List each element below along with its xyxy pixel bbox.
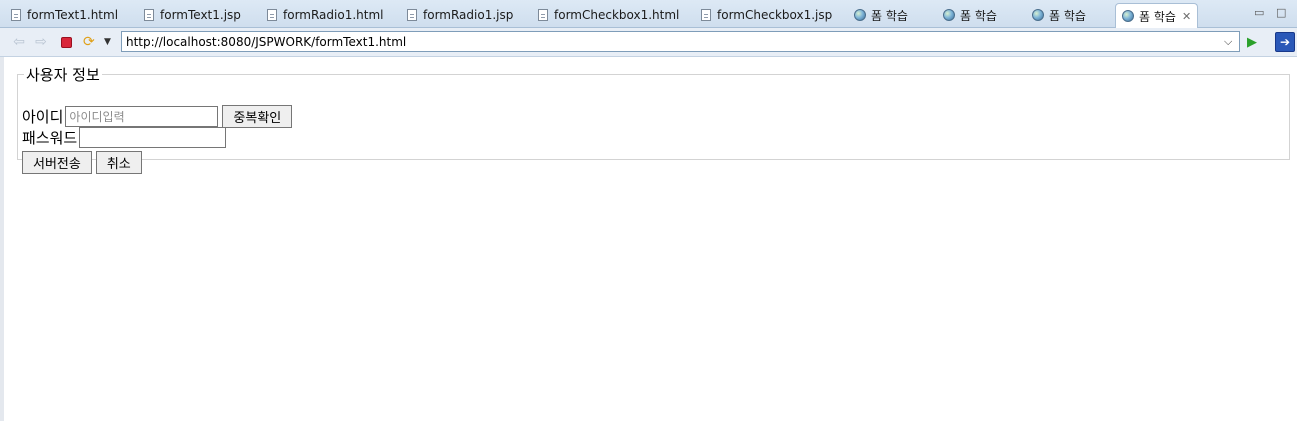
id-row: 아이디 중복확인 — [22, 105, 293, 128]
tab-formtext1-jsp[interactable]: formText1.jsp — [144, 3, 241, 27]
cancel-button[interactable]: 취소 — [95, 151, 142, 174]
file-icon — [11, 9, 21, 21]
tab-label: formRadio1.jsp — [423, 8, 514, 22]
tab-label: formText1.jsp — [160, 8, 241, 22]
forward-arrow-icon[interactable]: ⇨ — [33, 34, 49, 50]
minimize-icon[interactable]: ▭ — [1254, 6, 1264, 19]
back-arrow-icon[interactable]: ⇦ — [11, 34, 27, 50]
maximize-icon[interactable]: □ — [1276, 6, 1286, 19]
tab-label: formCheckbox1.jsp — [717, 8, 833, 22]
globe-icon — [1122, 10, 1134, 22]
tab-label: 폼 학습 — [1139, 9, 1176, 24]
id-label: 아이디 — [22, 108, 64, 126]
password-input[interactable] — [79, 127, 227, 148]
tab-form-study-3[interactable]: 폼 학습 — [1032, 3, 1086, 27]
address-dropdown-icon[interactable]: ⌵ — [1224, 35, 1232, 49]
tab-label: formRadio1.html — [283, 8, 384, 22]
file-icon — [407, 9, 417, 21]
tab-label: 폼 학습 — [871, 8, 908, 23]
tab-form-study-active[interactable]: 폼 학습 ✕ — [1115, 3, 1199, 28]
check-duplicate-button[interactable]: 중복확인 — [222, 105, 293, 128]
password-label: 패스워드 — [22, 129, 78, 147]
file-icon — [144, 9, 154, 21]
address-bar-input[interactable] — [121, 31, 1240, 52]
tab-formtext1-html[interactable]: formText1.html — [11, 3, 118, 27]
file-icon — [701, 9, 711, 21]
tab-formcheckbox1-html[interactable]: formCheckbox1.html — [538, 3, 679, 27]
tab-label: 폼 학습 — [960, 8, 997, 23]
submit-button[interactable]: 서버전송 — [22, 151, 92, 174]
tab-label: formCheckbox1.html — [554, 8, 680, 22]
stop-icon[interactable] — [61, 37, 72, 48]
globe-icon — [943, 9, 955, 21]
tab-formradio1-jsp[interactable]: formRadio1.jsp — [407, 3, 513, 27]
refresh-icon[interactable]: ⟳ — [83, 34, 95, 50]
tab-form-study-2[interactable]: 폼 학습 — [943, 3, 997, 27]
tab-formradio1-html[interactable]: formRadio1.html — [267, 3, 383, 27]
tab-formcheckbox1-jsp[interactable]: formCheckbox1.jsp — [701, 3, 832, 27]
tab-label: formText1.html — [27, 8, 119, 22]
globe-icon — [1032, 9, 1044, 21]
editor-tab-bar: formText1.html formText1.jsp formRadio1.… — [0, 0, 1297, 28]
button-row: 서버전송 취소 — [22, 151, 142, 174]
page-content: 사용자 정보 아이디 중복확인 패스워드 서버전송 취소 — [0, 57, 1297, 421]
close-tab-icon[interactable]: ✕ — [1182, 10, 1191, 23]
user-info-legend: 사용자 정보 — [26, 66, 100, 84]
eclipse-logo-icon[interactable]: ➔ — [1275, 32, 1295, 52]
chevron-down-icon[interactable]: ▼ — [104, 34, 111, 50]
browser-toolbar: ⇦ ⇨ ⟳ ▼ ⌵ ▶ ➔ — [0, 28, 1297, 57]
globe-icon — [854, 9, 866, 21]
user-info-fieldset: 사용자 정보 아이디 중복확인 패스워드 서버전송 취소 — [17, 64, 1290, 174]
id-input[interactable] — [65, 106, 219, 127]
file-icon — [267, 9, 277, 21]
tab-label: 폼 학습 — [1049, 8, 1086, 23]
tab-form-study-1[interactable]: 폼 학습 — [854, 3, 908, 27]
go-icon[interactable]: ▶ — [1247, 34, 1257, 50]
password-row: 패스워드 — [22, 127, 227, 148]
file-icon — [538, 9, 548, 21]
